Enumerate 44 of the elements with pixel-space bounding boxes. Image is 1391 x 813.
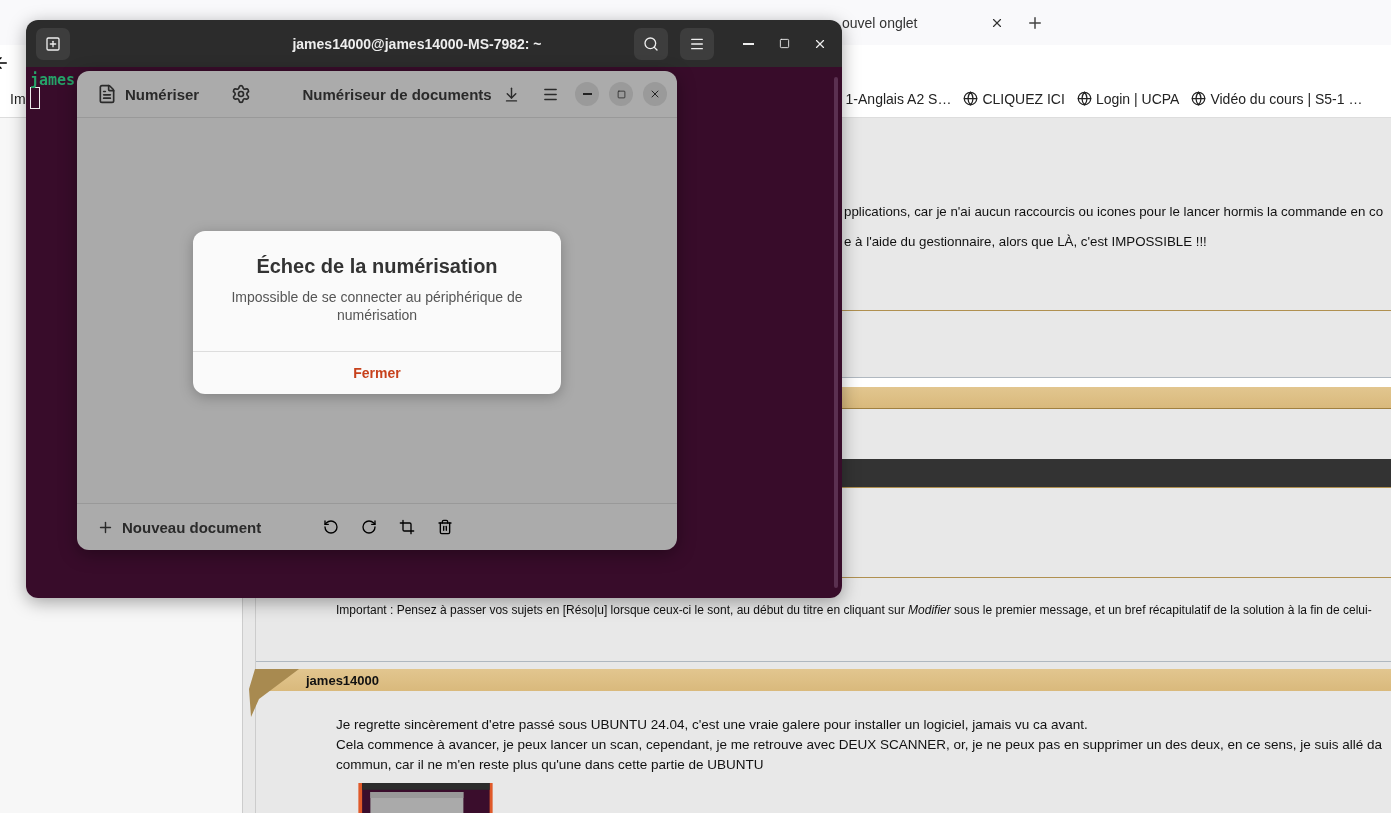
- dialog-title: Échec de la numérisation: [255, 255, 499, 278]
- bookmark[interactable]: Vidéo du cours | S5-1 …: [1191, 90, 1363, 107]
- text-cursor: [30, 87, 40, 109]
- post-text: pplications, car je n'ai aucun raccourcis ou icones pour le lancer hormis la commande en co: [844, 204, 1385, 220]
- minimize-icon: [582, 93, 592, 95]
- bookmark[interactable]: Login | UCPA: [1076, 90, 1180, 107]
- scrollbar[interactable]: [834, 77, 838, 588]
- browser-tab[interactable]: ouvel onglet: [842, 4, 1012, 41]
- corner-ribbon: [249, 669, 301, 717]
- download-icon[interactable]: [503, 85, 520, 103]
- scan-button[interactable]: Numériser: [97, 84, 200, 104]
- notice-text: Important : Pensez à passer vos sujets en [Réso|u] lorsque ceux-ci le sont, au début du titre en cliquant sur Modifier sous le premier message, et un bref récapitulatif de la solution à la fin de celui-: [336, 602, 1373, 618]
- bookmark[interactable]: Im: [10, 90, 26, 107]
- globe-icon: [963, 91, 979, 106]
- bookmark[interactable]: CLIQUEZ ICI: [963, 90, 1065, 107]
- new-tab-button[interactable]: [36, 27, 70, 60]
- search-button[interactable]: [634, 27, 668, 60]
- globe-icon: [1076, 91, 1092, 106]
- author-name: james14000: [306, 672, 379, 688]
- globe-icon: [1191, 91, 1207, 106]
- rotate-right-icon[interactable]: [361, 519, 378, 535]
- rotate-left-icon[interactable]: [323, 519, 340, 535]
- window-title: Numériseur de documents: [301, 85, 493, 103]
- close-dialog-button[interactable]: Fermer: [193, 351, 561, 394]
- search-icon: [643, 35, 659, 52]
- dialog-message: Impossible de se connecter au périphérique de numérisation: [230, 288, 524, 325]
- close-icon: [649, 88, 661, 100]
- maximize-icon: [616, 89, 626, 99]
- maximize-icon: [778, 38, 790, 49]
- crop-icon[interactable]: [399, 519, 416, 535]
- post-text: Cela commence à avancer, je peux lancer un scan, cependant, je me retrouve avec DEUX SCANNER, or, je ne peux pas en supprimer un des deux, en ce sens, je suis allé da: [336, 736, 1384, 754]
- post-text: Je regrette sincèrement d'etre passé sous UBUNTU 24.04, c'est une vraie galere pour installer un logiciel, jamais vu ca avant.: [336, 716, 1089, 734]
- minimize-button[interactable]: [575, 82, 599, 106]
- post-text: commun, car il ne m'en reste plus qu'une dans cette partie de UBUNTU: [336, 756, 765, 774]
- plus-icon: [45, 35, 61, 52]
- post-text: e à l'aide du gestionnaire, alors que LÀ, c'est IMPOSSIBLE !!!: [844, 234, 1208, 250]
- settings-icon[interactable]: [231, 84, 252, 104]
- menu-button[interactable]: [680, 27, 714, 60]
- window-title: james14000@james14000-MS-7982: ~: [291, 35, 543, 52]
- trash-icon[interactable]: [437, 519, 454, 535]
- new-document-button[interactable]: Nouveau document: [97, 518, 262, 536]
- terminal-prompt: james: [30, 71, 76, 89]
- bookmark[interactable]: 1-Anglais A2 S…: [845, 90, 952, 107]
- document-icon: [97, 84, 117, 104]
